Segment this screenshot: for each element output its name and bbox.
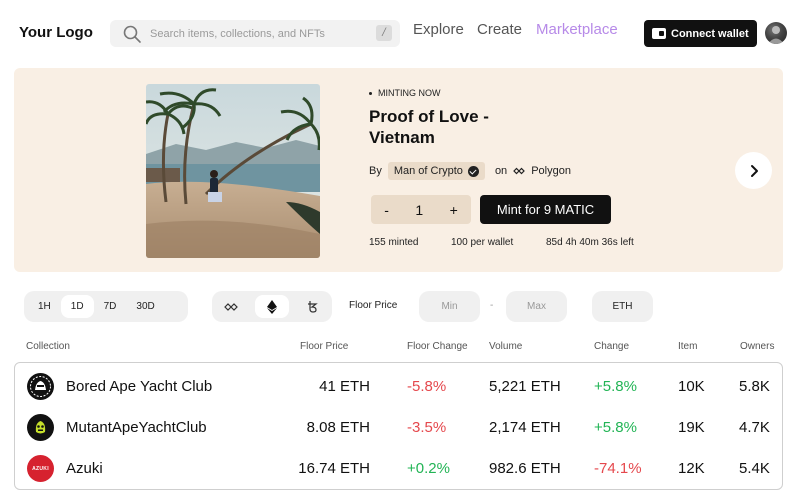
column-header-change[interactable]: Change [594, 341, 629, 352]
chevron-right-icon [750, 164, 758, 177]
max-price-input[interactable]: Max [506, 291, 567, 322]
tezos-icon [308, 301, 318, 313]
nav-marketplace[interactable]: Marketplace [536, 21, 618, 38]
minted-count: 155 minted [369, 237, 419, 248]
item-count: 12K [678, 460, 705, 477]
column-header-collection[interactable]: Collection [26, 341, 70, 352]
minting-status: MINTING NOW [369, 88, 441, 98]
chain-ethereum-option[interactable] [255, 295, 289, 318]
owner-count: 4.7K [739, 419, 770, 436]
floor-change-value: +0.2% [407, 460, 450, 477]
user-silhouette-icon [768, 26, 784, 44]
time-range-30d[interactable]: 30D [126, 295, 164, 318]
chain-polygon-option[interactable] [216, 295, 246, 318]
change-value: -74.1% [594, 460, 642, 477]
featured-drop-banner: MINTING NOW Proof of Love - Vietnam By M… [14, 68, 783, 272]
table-row[interactable]: MutantApeYachtClub 8.08 ETH -3.5% 2,174 … [15, 406, 782, 447]
drop-title: Proof of Love - Vietnam [369, 107, 489, 147]
change-value: +5.8% [594, 419, 637, 436]
polygon-icon [513, 167, 526, 175]
logo[interactable]: Your Logo [19, 24, 93, 41]
floor-change-value: -5.8% [407, 378, 447, 395]
floor-price-value: 41 ETH [319, 378, 370, 395]
currency-selector[interactable]: ETH [592, 291, 653, 322]
search-icon [123, 25, 141, 43]
chain-tezos-option[interactable] [298, 295, 328, 318]
column-header-floor-price[interactable]: Floor Price [300, 341, 348, 352]
time-range-7d[interactable]: 7D [94, 295, 127, 318]
column-header-volume[interactable]: Volume [489, 341, 522, 352]
floor-price-value: 16.74 ETH [298, 460, 370, 477]
column-header-owners[interactable]: Owners [740, 341, 774, 352]
range-separator: - [490, 300, 494, 311]
polygon-icon [224, 302, 238, 311]
mint-button[interactable]: Mint for 9 MATIC [480, 195, 611, 224]
connect-wallet-button[interactable]: Connect wallet [644, 20, 757, 47]
creator-line: By Man of Crypto on Polygon [369, 162, 571, 180]
decrement-button[interactable]: - [384, 202, 389, 218]
creator-name: Man of Crypto [393, 165, 463, 177]
column-header-floor-change[interactable]: Floor Change [407, 341, 468, 352]
table-row[interactable]: Bored Ape Yacht Club 41 ETH -5.8% 5,221 … [15, 365, 782, 406]
ethereum-icon [267, 299, 277, 314]
per-wallet-limit: 100 per wallet [451, 237, 514, 248]
item-count: 10K [678, 378, 705, 395]
item-count: 19K [678, 419, 705, 436]
owner-count: 5.8K [739, 378, 770, 395]
search-input[interactable] [150, 24, 370, 43]
volume-value: 2,174 ETH [489, 419, 561, 436]
quantity-stepper: - 1 + [371, 195, 471, 224]
next-slide-button[interactable] [735, 152, 772, 189]
floor-price-value: 8.08 ETH [306, 419, 370, 436]
volume-value: 5,221 ETH [489, 378, 561, 395]
chain-selector [212, 291, 332, 322]
time-range-1d[interactable]: 1D [60, 295, 94, 318]
status-dot-icon [369, 91, 372, 95]
verified-check-icon [467, 165, 479, 177]
time-range-selector: 1H 1D 7D 30D [24, 291, 188, 322]
owner-count: 5.4K [739, 460, 770, 477]
creator-chip[interactable]: Man of Crypto [387, 162, 485, 180]
search-shortcut-badge: / [376, 25, 392, 41]
nav-create[interactable]: Create [477, 21, 522, 38]
change-value: +5.8% [594, 378, 637, 395]
wallet-icon [652, 28, 666, 39]
connect-wallet-label: Connect wallet [671, 27, 749, 40]
featured-nft-image[interactable] [146, 84, 320, 258]
collections-table: Bored Ape Yacht Club 41 ETH -5.8% 5,221 … [14, 362, 783, 490]
minting-status-label: MINTING NOW [378, 88, 441, 98]
floor-price-filter-label: Floor Price [349, 300, 398, 311]
time-left: 85d 4h 40m 36s left [546, 237, 634, 248]
nav-explore[interactable]: Explore [413, 21, 464, 38]
time-range-1h[interactable]: 1H [28, 295, 61, 318]
quantity-value: 1 [415, 201, 424, 218]
on-label: on [494, 165, 508, 177]
min-price-input[interactable]: Min [419, 291, 480, 322]
chain-name: Polygon [531, 165, 571, 177]
avatar[interactable] [765, 22, 787, 44]
by-label: By [369, 165, 382, 177]
volume-value: 982.6 ETH [489, 460, 561, 477]
column-header-item[interactable]: Item [678, 341, 697, 352]
increment-button[interactable]: + [450, 202, 458, 218]
floor-change-value: -3.5% [407, 419, 447, 436]
table-row[interactable]: AZUKI Azuki 16.74 ETH +0.2% 982.6 ETH -7… [15, 447, 782, 488]
search-bar[interactable]: / [110, 20, 400, 47]
